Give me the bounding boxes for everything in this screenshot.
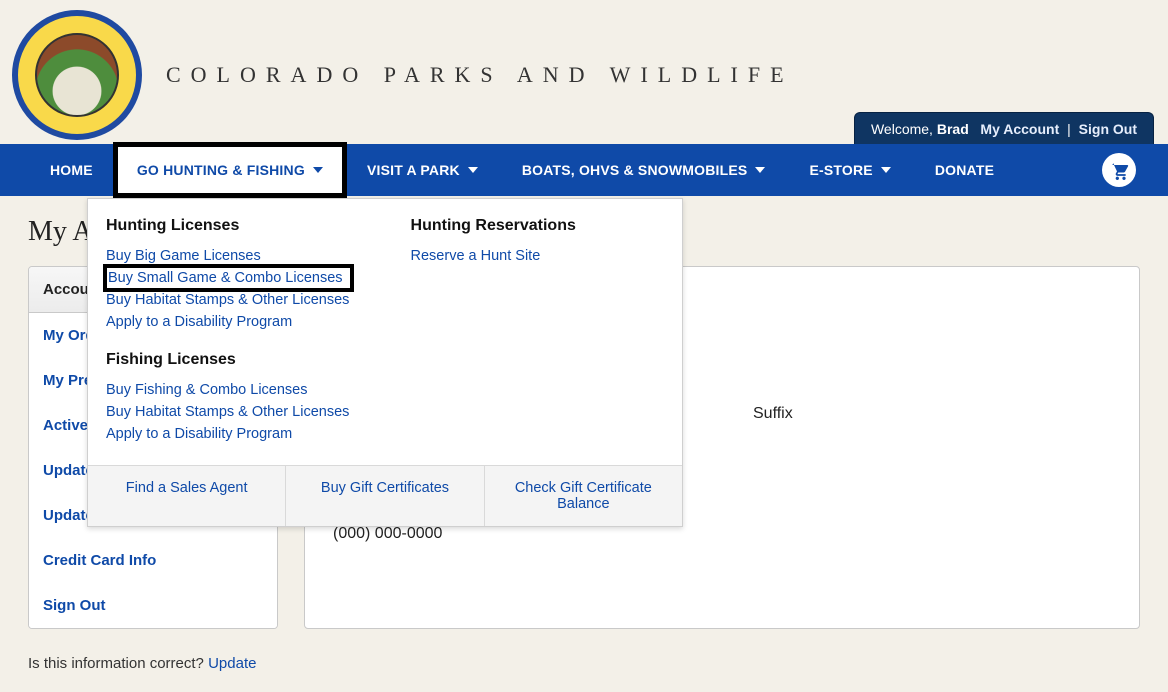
cart-button[interactable] bbox=[1102, 153, 1136, 187]
nav-go-hunting-fishing[interactable]: GO HUNTING & FISHING bbox=[115, 144, 345, 196]
link-buy-habitat-stamps-fishing[interactable]: Buy Habitat Stamps & Other Licenses bbox=[106, 401, 351, 423]
sign-out-link[interactable]: Sign Out bbox=[1079, 121, 1137, 137]
chevron-down-icon bbox=[313, 167, 323, 173]
nav-estore-label: E-STORE bbox=[809, 162, 872, 178]
link-check-gift-balance[interactable]: Check Gift Certificate Balance bbox=[484, 466, 682, 526]
chevron-down-icon bbox=[881, 167, 891, 173]
site-title: COLORADO PARKS AND WILDLIFE bbox=[166, 62, 794, 88]
phone-number: (000) 000-0000 bbox=[333, 525, 1111, 543]
logo-inner-seal bbox=[35, 33, 119, 117]
link-buy-big-game[interactable]: Buy Big Game Licenses bbox=[106, 245, 351, 267]
link-disability-program-hunting[interactable]: Apply to a Disability Program bbox=[106, 311, 351, 333]
go-hunting-fishing-dropdown: Hunting Licenses Buy Big Game Licenses B… bbox=[87, 198, 683, 527]
suffix-label: Suffix bbox=[753, 405, 793, 423]
update-link[interactable]: Update bbox=[208, 655, 256, 672]
nav-boats-ohvs[interactable]: BOATS, OHVS & SNOWMOBILES bbox=[500, 144, 788, 196]
hunting-licenses-header: Hunting Licenses bbox=[106, 217, 351, 235]
sidebar-item-credit-card-info[interactable]: Credit Card Info bbox=[29, 538, 277, 583]
nav-home-label: HOME bbox=[50, 162, 93, 178]
site-logo[interactable] bbox=[12, 10, 142, 140]
mega-col-hunting: Hunting Licenses Buy Big Game Licenses B… bbox=[106, 217, 351, 445]
link-buy-small-game-combo[interactable]: Buy Small Game & Combo Licenses bbox=[106, 267, 351, 289]
my-account-link[interactable]: My Account bbox=[980, 121, 1059, 137]
mega-col-reservations: Hunting Reservations Reserve a Hunt Site bbox=[411, 217, 576, 445]
link-reserve-hunt-site[interactable]: Reserve a Hunt Site bbox=[411, 245, 576, 267]
confirm-text: Is this information correct? bbox=[28, 655, 208, 672]
nav-estore[interactable]: E-STORE bbox=[787, 144, 912, 196]
link-buy-gift-certificates[interactable]: Buy Gift Certificates bbox=[285, 466, 483, 526]
site-header: COLORADO PARKS AND WILDLIFE Welcome, Bra… bbox=[0, 0, 1168, 144]
user-bar: Welcome, Brad My Account | Sign Out bbox=[854, 112, 1154, 145]
nav-visit-park-label: VISIT A PARK bbox=[367, 162, 460, 178]
main-nav: HOME GO HUNTING & FISHING VISIT A PARK B… bbox=[0, 144, 1168, 196]
nav-visit-park[interactable]: VISIT A PARK bbox=[345, 144, 500, 196]
chevron-down-icon bbox=[755, 167, 765, 173]
sidebar-item-sign-out[interactable]: Sign Out bbox=[29, 583, 277, 628]
chevron-down-icon bbox=[468, 167, 478, 173]
link-buy-fishing-combo[interactable]: Buy Fishing & Combo Licenses bbox=[106, 379, 351, 401]
welcome-prefix: Welcome, bbox=[871, 121, 937, 137]
cart-icon bbox=[1109, 160, 1129, 180]
hunting-reservations-header: Hunting Reservations bbox=[411, 217, 576, 235]
update-confirm-line: Is this information correct? Update bbox=[28, 655, 1140, 672]
nav-donate-label: DONATE bbox=[935, 162, 994, 178]
fishing-licenses-header: Fishing Licenses bbox=[106, 351, 351, 369]
nav-home[interactable]: HOME bbox=[28, 144, 115, 196]
user-bar-separator: | bbox=[1067, 121, 1071, 137]
nav-donate[interactable]: DONATE bbox=[913, 144, 1016, 196]
nav-go-hunting-label: GO HUNTING & FISHING bbox=[137, 162, 305, 178]
link-find-sales-agent[interactable]: Find a Sales Agent bbox=[88, 466, 285, 526]
mega-footer: Find a Sales Agent Buy Gift Certificates… bbox=[88, 465, 682, 526]
welcome-name: Brad bbox=[937, 121, 969, 137]
link-buy-habitat-stamps-hunting[interactable]: Buy Habitat Stamps & Other Licenses bbox=[106, 289, 351, 311]
nav-boats-label: BOATS, OHVS & SNOWMOBILES bbox=[522, 162, 748, 178]
link-disability-program-fishing[interactable]: Apply to a Disability Program bbox=[106, 423, 351, 445]
